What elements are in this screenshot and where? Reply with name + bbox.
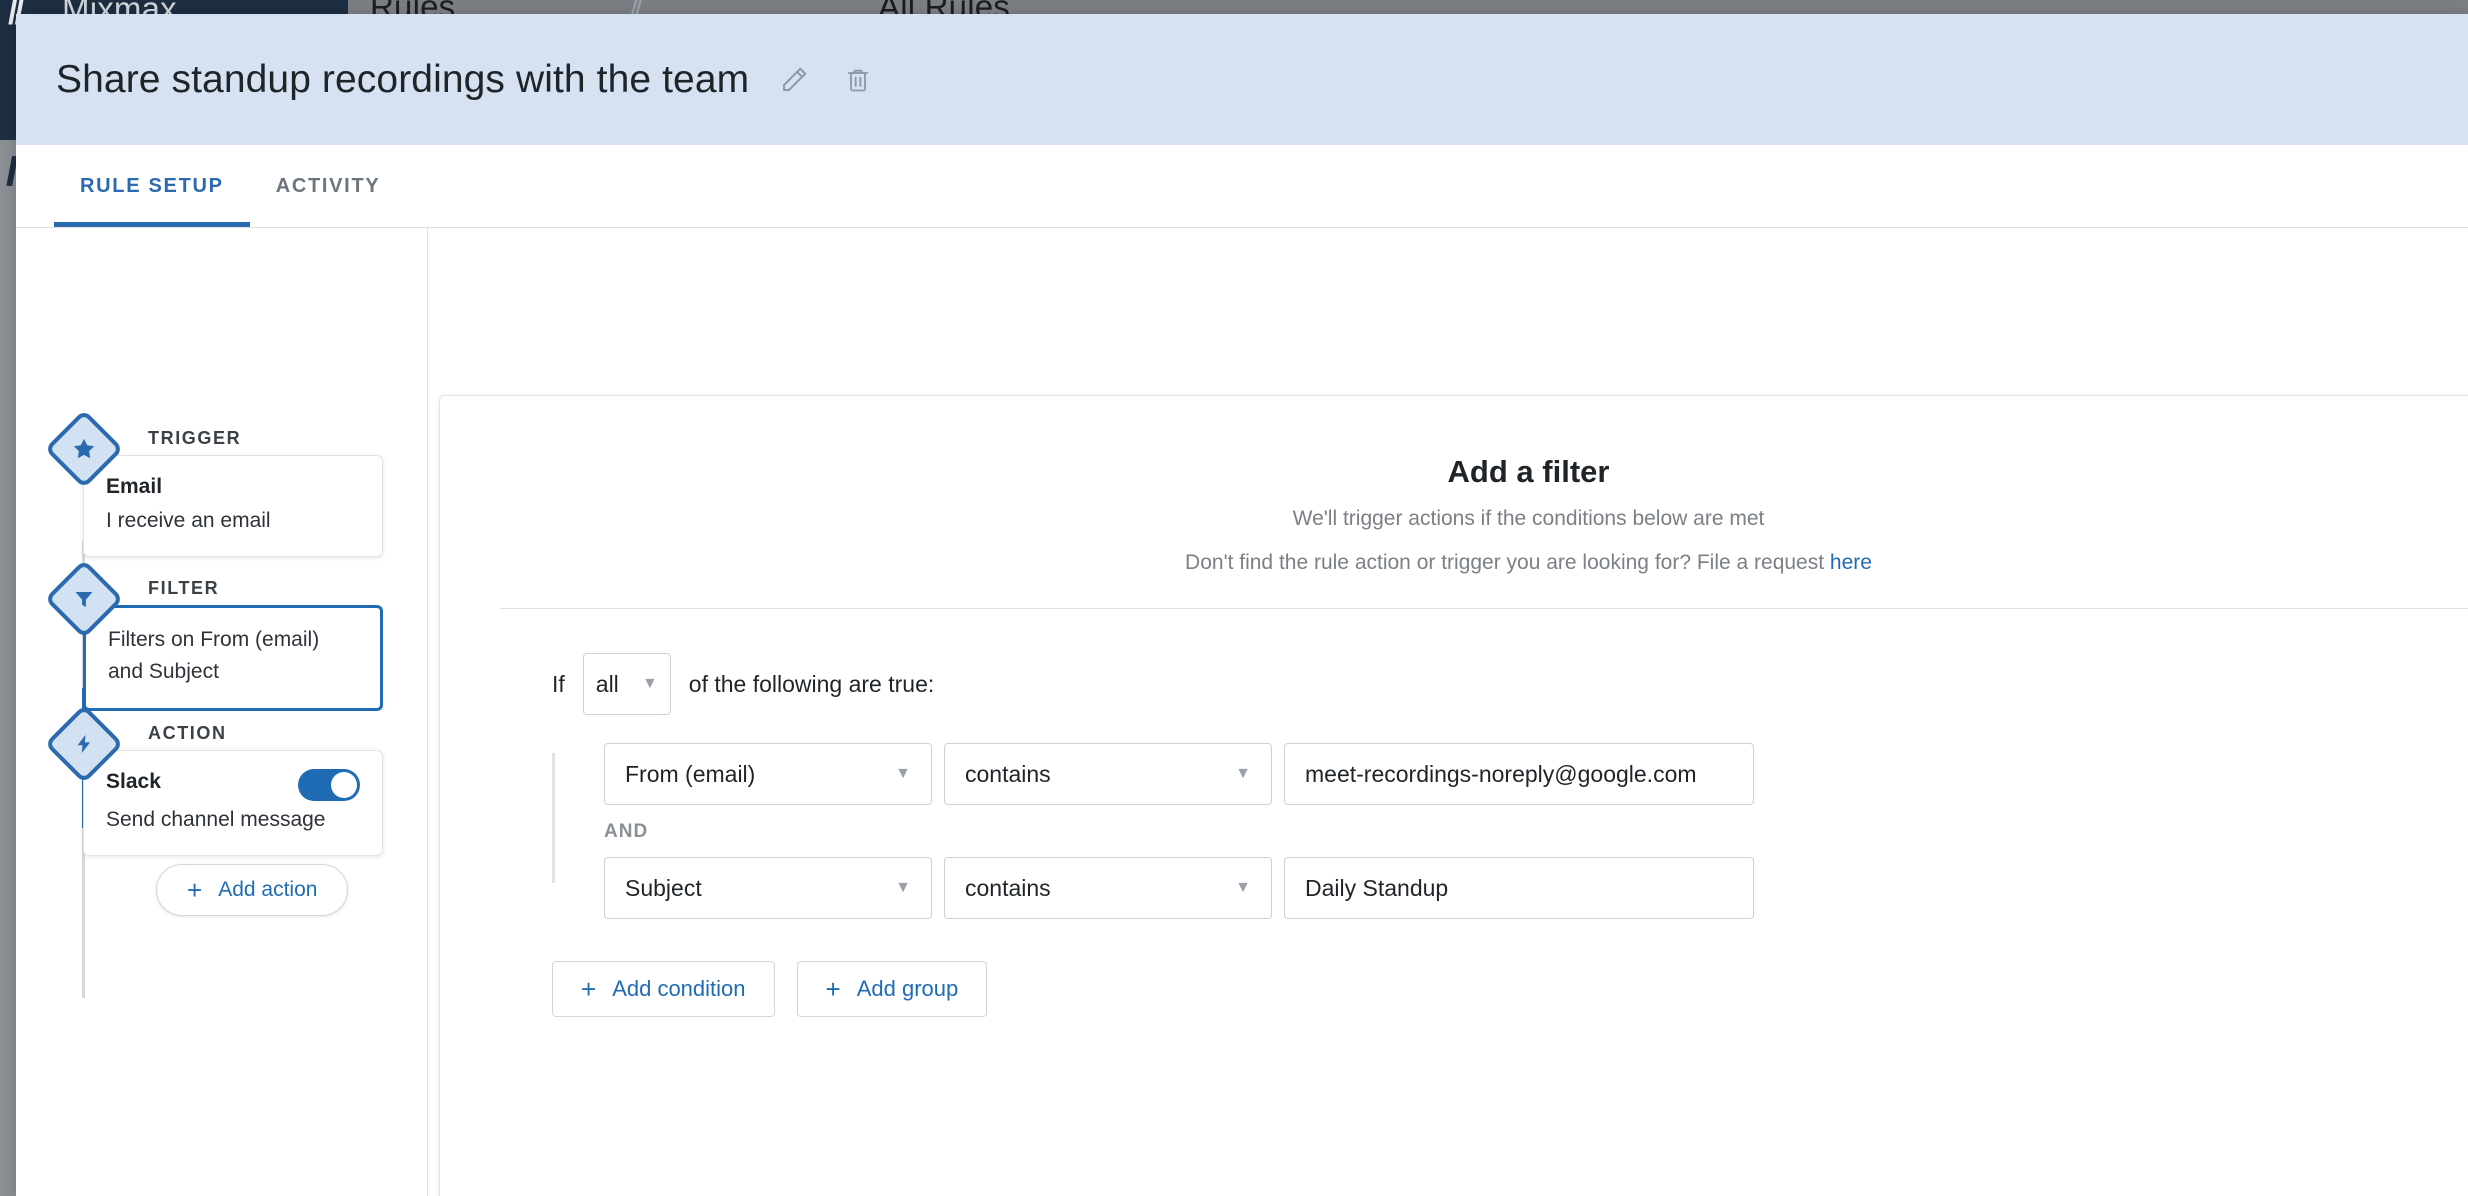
- conditions-list: From (email) ▼ contains ▼ meet-recording…: [500, 743, 2468, 919]
- add-condition-button[interactable]: + Add condition: [552, 961, 775, 1017]
- match-scope-value: all: [595, 670, 619, 697]
- modal-body: TRIGGER Email I receive an email FILTER: [16, 228, 2468, 1196]
- flow-card-trigger-title: Email: [106, 475, 163, 498]
- page-title: Share standup recordings with the team: [56, 57, 750, 101]
- if-label: If: [552, 670, 565, 697]
- condition-field-select[interactable]: From (email) ▼: [604, 743, 932, 805]
- condition-operator-select[interactable]: contains ▼: [944, 743, 1272, 805]
- tab-bar: RULE SETUP ACTIVITY: [16, 145, 2468, 228]
- condition-field-select[interactable]: Subject ▼: [604, 857, 932, 919]
- modal-header: Share standup recordings with the team: [16, 14, 2468, 145]
- flow-card-trigger[interactable]: Email I receive an email: [83, 455, 383, 557]
- toggle-knob: [331, 772, 357, 798]
- condition-conjunction-label: AND: [604, 821, 649, 842]
- condition-value-input[interactable]: Daily Standup: [1284, 857, 1754, 919]
- flow-card-filter[interactable]: Filters on From (email) and Subject: [83, 605, 383, 711]
- if-row: If all ▼ of the following are true:: [552, 653, 2468, 715]
- filter-panel-subtitle-1: We'll trigger actions if the conditions …: [1292, 507, 1765, 530]
- condition-value-input[interactable]: meet-recordings-noreply@google.com: [1284, 743, 1754, 805]
- conditions-group-rail: [552, 753, 555, 883]
- condition-operator-value: contains: [965, 874, 1051, 901]
- plus-icon: +: [825, 974, 841, 1004]
- rule-detail-modal: Share standup recordings with the team R…: [16, 14, 2468, 1196]
- file-request-text: Don't find the rule action or trigger yo…: [1185, 551, 1830, 574]
- tab-rule-setup[interactable]: RULE SETUP: [54, 145, 250, 227]
- plus-icon: +: [581, 974, 597, 1004]
- chevron-down-icon: ▼: [641, 675, 658, 692]
- condition-field-value: Subject: [625, 874, 702, 901]
- match-scope-select[interactable]: all ▼: [582, 653, 671, 715]
- tab-activity[interactable]: ACTIVITY: [250, 145, 407, 227]
- flow-card-trigger-subtitle: I receive an email: [106, 509, 271, 532]
- filter-panel-heading: Add a filter: [1447, 454, 1610, 489]
- condition-operator-select[interactable]: contains ▼: [944, 857, 1272, 919]
- action-enabled-toggle[interactable]: [298, 769, 360, 801]
- file-request-link[interactable]: here: [1830, 551, 1872, 574]
- add-action-button[interactable]: + Add action: [156, 864, 349, 916]
- condition-operator-value: contains: [965, 760, 1051, 787]
- flow-section-label-trigger: TRIGGER: [148, 428, 242, 448]
- flow-section-label-filter: FILTER: [148, 578, 220, 598]
- filter-panel-divider: [500, 608, 2468, 609]
- add-group-label: Add group: [856, 976, 959, 1001]
- filter-panel-subtitle-2: Don't find the rule action or trigger yo…: [500, 548, 2468, 578]
- condition-row: From (email) ▼ contains ▼ meet-recording…: [604, 743, 2468, 805]
- flow-card-action[interactable]: Slack Send channel message: [83, 750, 383, 856]
- flow-card-action-subtitle: Send channel message: [106, 808, 326, 831]
- add-action-label: Add action: [218, 878, 318, 901]
- trash-icon[interactable]: [839, 61, 877, 99]
- add-group-button[interactable]: + Add group: [796, 961, 988, 1017]
- condition-row: Subject ▼ contains ▼ Daily Standup: [604, 857, 2468, 919]
- if-suffix-label: of the following are true:: [688, 670, 935, 697]
- chevron-down-icon: ▼: [895, 765, 911, 782]
- flow-card-action-title: Slack: [106, 770, 161, 793]
- rule-flow-column: TRIGGER Email I receive an email FILTER: [16, 228, 428, 1196]
- add-condition-label: Add condition: [612, 976, 746, 1001]
- flow-section-label-action: ACTION: [148, 723, 227, 743]
- filter-column: Add a filter We'll trigger actions if th…: [428, 228, 2468, 1196]
- plus-icon: +: [187, 875, 203, 905]
- condition-buttons: + Add condition + Add group: [552, 961, 2468, 1017]
- chevron-down-icon: ▼: [895, 879, 911, 896]
- pencil-icon[interactable]: [775, 61, 813, 99]
- chevron-down-icon: ▼: [1235, 879, 1251, 896]
- flow-card-filter-title: Filters on From (email) and Subject: [108, 628, 320, 683]
- chevron-down-icon: ▼: [1235, 765, 1251, 782]
- add-filter-panel: Add a filter We'll trigger actions if th…: [439, 395, 2468, 1196]
- condition-field-value: From (email): [625, 760, 756, 787]
